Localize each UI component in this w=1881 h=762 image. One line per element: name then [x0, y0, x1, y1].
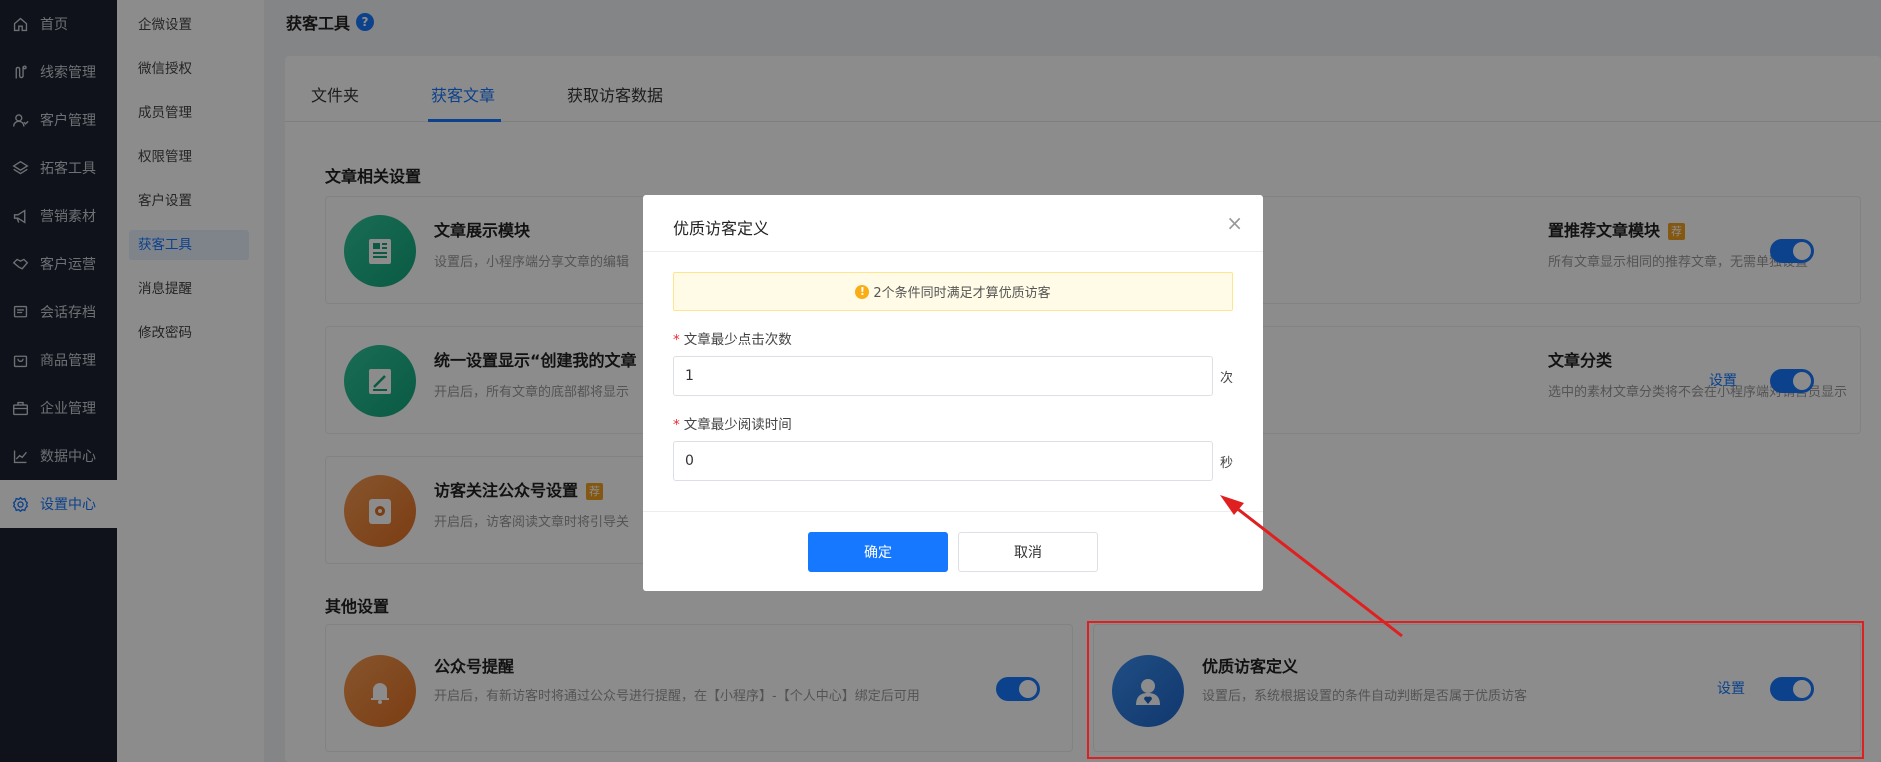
- divider: [643, 511, 1263, 512]
- divider: [643, 251, 1263, 252]
- min-read-time-input[interactable]: 0: [673, 441, 1213, 481]
- dialog-title: 优质访客定义: [673, 219, 770, 238]
- warning-icon: !: [855, 284, 870, 299]
- min-clicks-label: * 文章最少点击次数: [673, 328, 792, 348]
- required-mark: *: [673, 417, 680, 433]
- confirm-button[interactable]: 确定: [808, 532, 948, 572]
- quality-visitor-dialog: 优质访客定义 × ! 2个条件同时满足才算优质访客 * 文章最少点击次数 1 次 …: [643, 195, 1263, 591]
- min-read-time-unit: 秒: [1220, 456, 1234, 471]
- min-clicks-input[interactable]: 1: [673, 356, 1213, 396]
- cancel-button[interactable]: 取消: [958, 532, 1098, 572]
- label-text: 文章最少阅读时间: [683, 417, 792, 433]
- alert-text: 2个条件同时满足才算优质访客: [873, 286, 1051, 301]
- required-mark: *: [673, 332, 680, 348]
- min-clicks-unit: 次: [1220, 371, 1234, 386]
- info-alert: ! 2个条件同时满足才算优质访客: [673, 272, 1233, 311]
- close-icon[interactable]: ×: [1226, 213, 1243, 233]
- label-text: 文章最少点击次数: [683, 332, 792, 348]
- highlight-box: [1087, 621, 1864, 759]
- min-read-time-label: * 文章最少阅读时间: [673, 413, 792, 433]
